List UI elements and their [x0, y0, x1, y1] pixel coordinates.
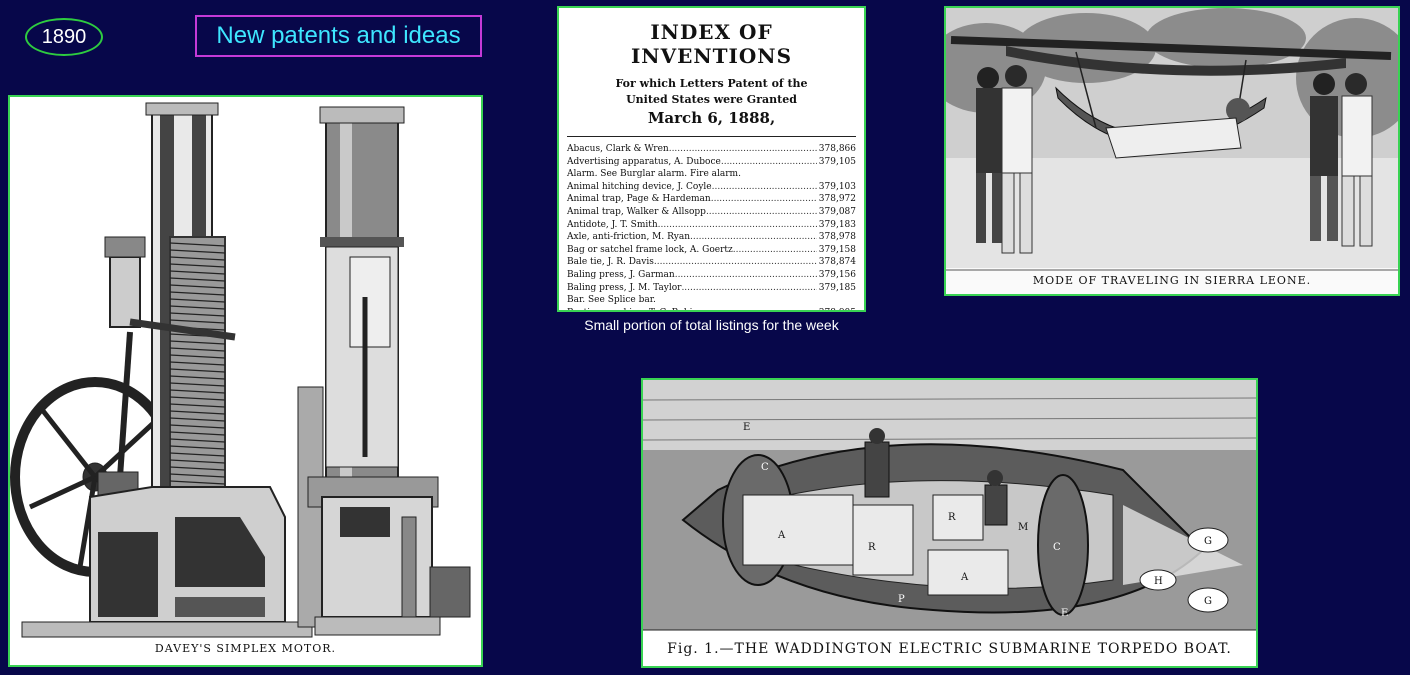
- index-entry-leader: [654, 256, 817, 269]
- index-entry-leader: [711, 193, 817, 206]
- index-entry: Axle, anti-friction, M. Ryan 378,978: [567, 231, 856, 244]
- label-c-right: C: [1053, 542, 1061, 553]
- submarine-caption: Fig. 1.—THE WADDINGTON ELECTRIC SUBMARIN…: [667, 641, 1232, 657]
- index-entry-number: 379,103: [818, 181, 856, 192]
- index-entry: Baling press, J. M. Taylor 379,185: [567, 282, 856, 295]
- index-entry-number: 379,087: [818, 206, 856, 217]
- index-subtitle-line-1: For which Letters Patent of the: [615, 77, 808, 90]
- index-entry-name: Bale tie, J. R. Davis: [567, 257, 654, 268]
- index-entry-number: 379,185: [818, 282, 856, 293]
- label-r-mid: R: [868, 542, 876, 553]
- index-entry-leader: [712, 181, 817, 194]
- index-title: INDEX OF INVENTIONS: [630, 20, 793, 68]
- index-entry: Baling press, J. Garman 379,156: [567, 269, 856, 282]
- index-list: Abacus, Clark & Wren 378,866 Advertising a…: [567, 143, 856, 310]
- hammock-drawing: [946, 8, 1398, 294]
- year-badge: 1890: [25, 18, 103, 56]
- index-entry-name: Antidote, J. T. Smith: [567, 219, 658, 230]
- label-c-left: C: [761, 462, 769, 473]
- index-entry-number: 378,978: [818, 232, 856, 243]
- index-entry-leader: [733, 244, 817, 257]
- submarine-drawing: E C A R R M C A E P G H G: [643, 380, 1256, 631]
- index-entry: Bale tie, J. R. Davis 378,874: [567, 256, 856, 269]
- index-entry-leader: [690, 231, 817, 244]
- hammock-caption: MODE OF TRAVELING IN SIERRA LEONE.: [1032, 274, 1312, 287]
- index-entry-number: 378,866: [818, 144, 856, 154]
- label-a-bottom: A: [960, 572, 969, 583]
- label-r-right: R: [948, 512, 956, 523]
- index-entry: Bar. See Splice bar.: [567, 294, 856, 307]
- index-entry-name: Advertising apparatus, A. Duboce: [567, 156, 721, 167]
- label-e-top: E: [743, 422, 750, 433]
- hammock-illustration: MODE OF TRAVELING IN SIERRA LEONE.: [944, 6, 1400, 296]
- index-note: Small portion of total listings for the …: [584, 317, 839, 333]
- engine-caption: DAVEY'S SIMPLEX MOTOR.: [154, 642, 337, 655]
- index-entry: Animal trap, Page & Hardeman 378,972: [567, 193, 856, 206]
- slide-title: New patents and ideas: [195, 15, 482, 57]
- index-subtitle-line-2: United States were Granted: [626, 93, 797, 106]
- index-entry: Alarm. See Burglar alarm. Fire alarm.: [567, 168, 856, 181]
- index-entry-number: 378,905: [817, 307, 856, 310]
- label-a-left: A: [777, 530, 786, 541]
- index-entry-number: 378,972: [818, 194, 856, 205]
- index-date: March 6, 1888,: [647, 109, 776, 127]
- index-entry-name: Axle, anti-friction, M. Ryan: [567, 232, 690, 243]
- index-entry-name: Bag or satchel frame lock, A. Goertz: [567, 244, 733, 255]
- index-entry-leader: [675, 269, 817, 282]
- engine-drawing: [10, 102, 471, 638]
- index-entry-name: Abacus, Clark & Wren: [567, 144, 669, 154]
- index-entry-leader: [714, 307, 817, 310]
- label-g-top: G: [1204, 536, 1212, 547]
- label-p: P: [898, 594, 905, 605]
- index-entry-leader: [706, 206, 817, 219]
- bearers-left: [976, 65, 1033, 254]
- index-entry: Bag or satchel frame lock, A. Goertz 379,…: [567, 244, 856, 257]
- index-entry-leader: [669, 143, 817, 156]
- index-entry-number: [854, 294, 856, 307]
- label-e-bottom: E: [1061, 608, 1068, 619]
- index-entry-leader: [721, 156, 817, 169]
- index-entry-number: 379,156: [818, 269, 856, 280]
- index-entry-name: Animal trap, Walker & Allsopp: [567, 206, 706, 217]
- index-entry: Abacus, Clark & Wren 378,866: [567, 143, 856, 156]
- index-entry-name: Bar. See Splice bar.: [567, 295, 656, 306]
- index-entry-leader: [658, 219, 817, 232]
- engine-illustration: DAVEY'S SIMPLEX MOTOR.: [8, 95, 483, 667]
- index-of-inventions: INDEX OF INVENTIONS For which Letters Pa…: [557, 6, 866, 312]
- index-rule: [567, 136, 856, 137]
- index-entry-number: 379,158: [818, 244, 856, 255]
- label-m: M: [1018, 522, 1028, 533]
- index-entry-leader: [681, 282, 816, 295]
- index-entry-name: Animal hitching device, J. Coyle: [567, 181, 712, 192]
- index-entry-leader: [741, 168, 854, 181]
- index-entry-number: [854, 168, 856, 181]
- index-entry-name: Baling press, J. Garman: [567, 269, 675, 280]
- index-subtitle: For which Letters Patent of the United S…: [567, 76, 856, 108]
- index-entry-leader: [656, 294, 854, 307]
- index-entry-number: 379,105: [818, 156, 856, 167]
- label-g-bottom: G: [1204, 596, 1212, 607]
- index-entry-number: 378,874: [818, 257, 856, 268]
- index-entry-number: 379,183: [818, 219, 856, 230]
- submarine-illustration: E C A R R M C A E P G H G Fig. 1.—THE WA…: [641, 378, 1258, 668]
- index-entry: Antidote, J. T. Smith 379,183: [567, 219, 856, 232]
- index-entry: Basting machine, T. C. Robinson 378,905: [567, 307, 856, 310]
- index-entry-name: Alarm. See Burglar alarm. Fire alarm.: [567, 169, 741, 180]
- index-entry: Animal hitching device, J. Coyle 379,103: [567, 181, 856, 194]
- label-h: H: [1154, 576, 1163, 587]
- index-entry: Animal trap, Walker & Allsopp 379,087: [567, 206, 856, 219]
- index-entry: Advertising apparatus, A. Duboce 379,105: [567, 156, 856, 169]
- index-entry-name: Animal trap, Page & Hardeman: [567, 194, 711, 205]
- index-entry-name: Basting machine, T. C. Robinson: [567, 307, 714, 310]
- index-entry-name: Baling press, J. M. Taylor: [567, 282, 682, 293]
